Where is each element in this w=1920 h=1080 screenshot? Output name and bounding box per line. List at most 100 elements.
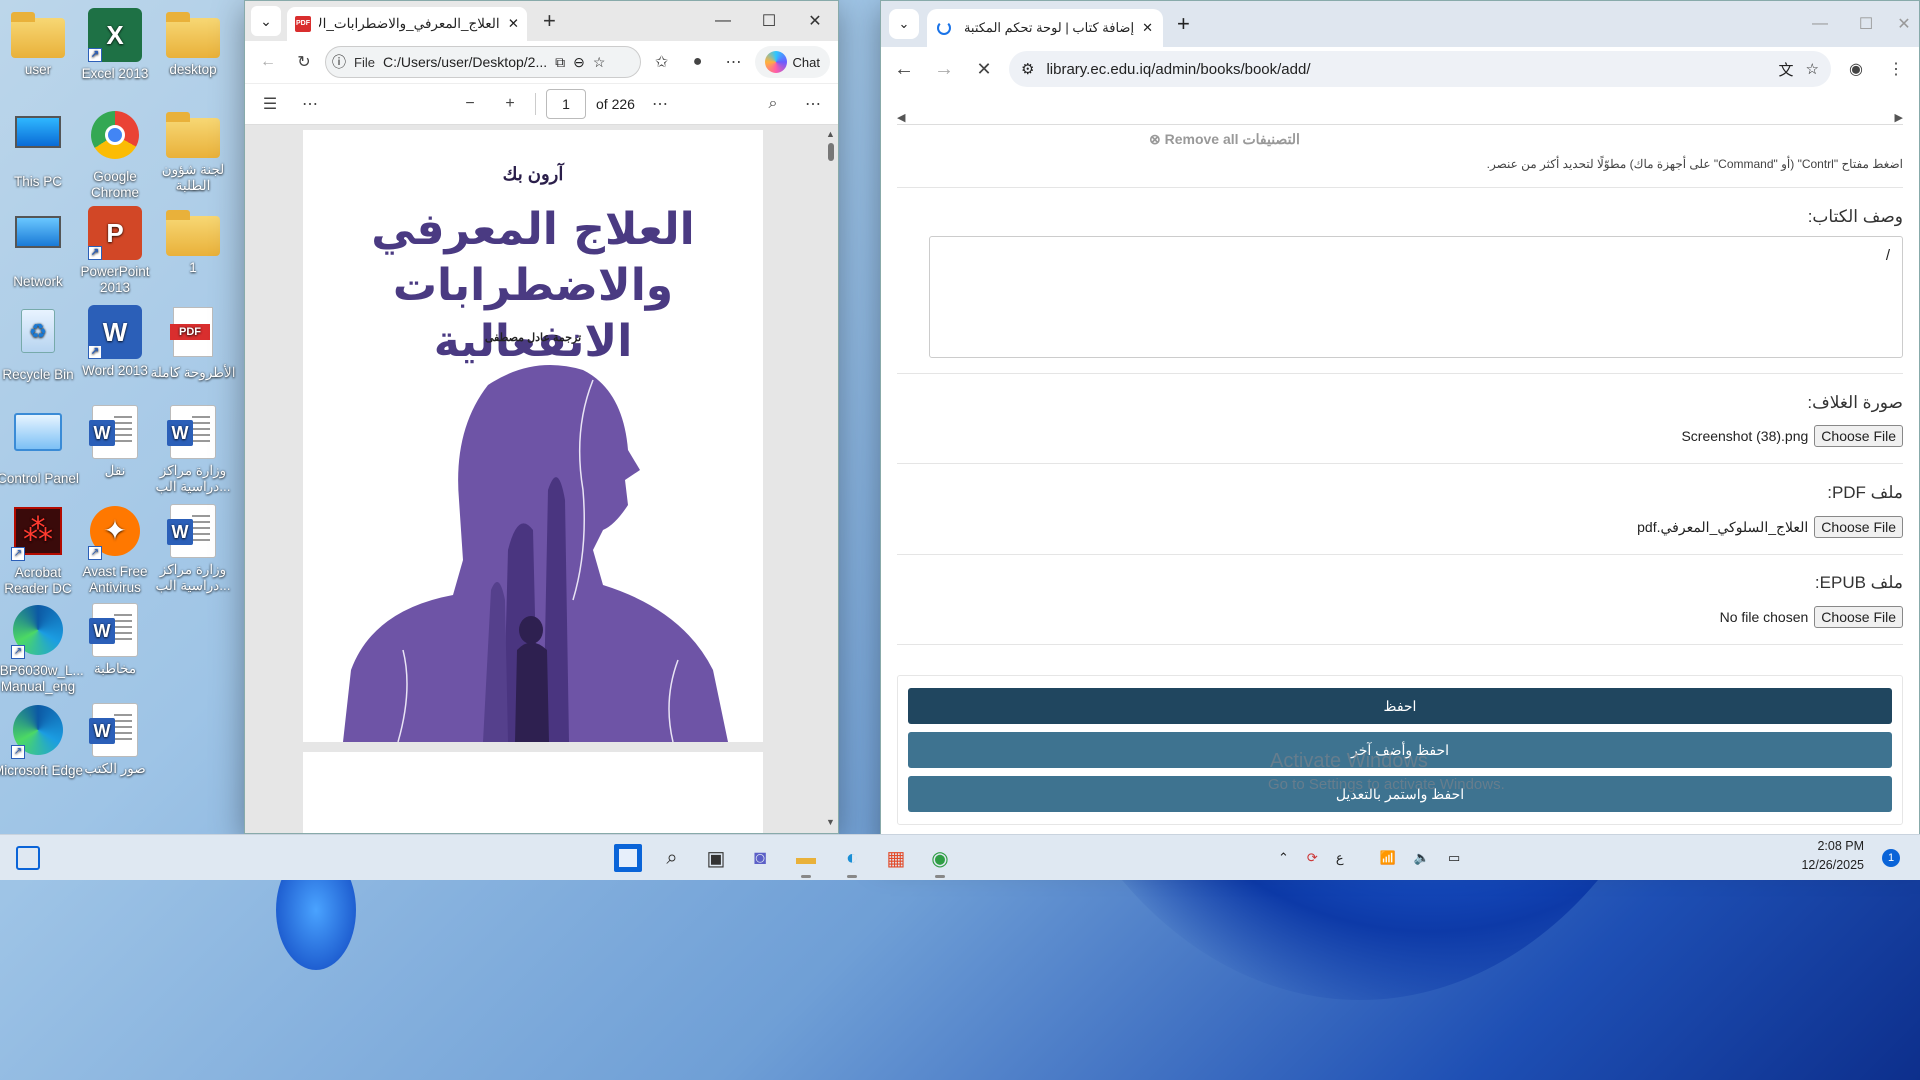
teams-chat-icon[interactable]: ◙ <box>746 844 774 872</box>
pdf-more-left-icon[interactable]: ⋯ <box>295 89 325 119</box>
cover-choose-file-button[interactable]: Choose File <box>1814 425 1903 447</box>
show-hidden-icons-icon[interactable]: ⌃ <box>1278 850 1289 866</box>
desktop-icon[interactable]: W صور الكتب <box>67 703 163 777</box>
profile-icon[interactable]: ● <box>683 47 713 77</box>
stop-loading-icon[interactable]: ✕ <box>969 54 999 84</box>
pdf-more-icon[interactable]: ⋯ <box>645 89 675 119</box>
widgets-icon[interactable] <box>16 846 40 870</box>
address-url: library.ec.edu.iq/admin/books/book/add/ <box>1046 60 1311 78</box>
pdf-canvas[interactable]: آرون بك العلاج المعرفي والاضطرابات الانف… <box>245 125 838 833</box>
back-icon[interactable]: ← <box>253 47 283 77</box>
copilot-chat-button[interactable]: Chat <box>754 46 830 78</box>
word-document-icon: W <box>89 603 138 657</box>
tab-actions-icon[interactable]: ⌄ <box>251 6 281 36</box>
remove-all-link[interactable]: ⊗ Remove all التصنيفات <box>1149 131 1300 148</box>
new-tab-icon[interactable]: + <box>1177 11 1190 37</box>
epub-choose-file-button[interactable]: Choose File <box>1814 606 1903 628</box>
scroll-left-icon[interactable]: ◀ <box>897 111 905 124</box>
chrome-address-bar[interactable]: ⚙ library.ec.edu.iq/admin/books/book/add… <box>1009 51 1831 87</box>
volume-icon[interactable]: 🔈 <box>1414 850 1430 866</box>
zoom-out-icon[interactable]: ⊖ <box>573 54 585 71</box>
edge-taskbar-icon[interactable]: ◐ <box>838 844 866 878</box>
favorite-star-icon[interactable]: ☆ <box>593 54 606 71</box>
site-settings-icon[interactable]: ⚙ <box>1021 60 1034 78</box>
divider <box>897 373 1903 374</box>
description-textarea[interactable]: / <box>929 236 1903 358</box>
page-number-input[interactable]: 1 <box>546 89 586 119</box>
extensions-icon[interactable]: ⧉ <box>555 54 565 71</box>
page-total: of 226 <box>596 96 635 112</box>
desktop-icon[interactable]: W مخاطبة <box>67 603 163 677</box>
epub-file-input[interactable]: Choose File No file chosen <box>1720 606 1903 628</box>
bookmark-star-icon[interactable]: ☆ <box>1806 60 1819 78</box>
maximize-icon[interactable]: ☐ <box>1843 1 1889 47</box>
maximize-icon[interactable]: ☐ <box>746 1 792 41</box>
more-icon[interactable]: ⋯ <box>719 47 749 77</box>
chat-label: Chat <box>792 54 820 70</box>
save-button[interactable]: احفظ <box>908 688 1892 724</box>
divider <box>897 554 1903 555</box>
chrome-menu-icon[interactable]: ⋮ <box>1881 54 1911 84</box>
notification-badge[interactable]: 1 <box>1882 849 1900 867</box>
loading-spinner-icon <box>937 21 951 35</box>
search-icon[interactable]: ⌕ <box>658 844 686 872</box>
tab-search-icon[interactable]: ⌄ <box>889 9 919 39</box>
zoom-minus-icon[interactable]: − <box>455 89 485 119</box>
clock[interactable]: 2:08 PM 12/26/2025 <box>1801 837 1864 875</box>
desktop-icon[interactable]: desktop <box>145 8 241 78</box>
battery-icon[interactable]: ▭ <box>1448 850 1460 866</box>
edge-tabbar: ⌄ PDF العلاج_المعرفي_والاضطرابات_الانفعا… <box>245 1 838 41</box>
favorites-icon[interactable]: ✩ <box>647 47 677 77</box>
desktop-icon-label: وزارة مراكز دراسية الب... <box>155 562 231 593</box>
close-tab-icon[interactable]: ✕ <box>1142 20 1153 36</box>
cover-illustration <box>343 365 728 742</box>
forward-icon[interactable]: → <box>929 54 959 84</box>
pdf-file-input[interactable]: Choose File العلاج_السلوكي_المعرفي.pdf <box>1637 516 1903 538</box>
start-icon[interactable] <box>614 844 642 872</box>
pdf-options-icon[interactable]: ⋯ <box>798 89 828 119</box>
divider <box>897 644 1903 645</box>
desktop-icon[interactable]: 1 <box>145 206 241 276</box>
minimize-icon[interactable]: — <box>1797 1 1843 47</box>
contents-icon[interactable]: ☰ <box>255 89 285 119</box>
scroll-right-icon[interactable]: ▶ <box>1895 111 1903 124</box>
chrome-tab[interactable]: إضافة كتاب | لوحة تحكم المكتبة ✕ <box>927 9 1163 47</box>
word-icon: W ↗ <box>88 305 142 359</box>
desktop-icon[interactable]: W وزارة مراكز دراسية الب... <box>145 504 241 594</box>
file-explorer-icon[interactable]: ▬ <box>792 844 820 878</box>
zoom-plus-icon[interactable]: + <box>495 89 525 119</box>
pdf-choose-file-button[interactable]: Choose File <box>1814 516 1903 538</box>
minimize-icon[interactable]: — <box>700 1 746 41</box>
chrome-window: ⌄ إضافة كتاب | لوحة تحكم المكتبة ✕ + — ☐… <box>880 0 1920 852</box>
close-window-icon[interactable]: ✕ <box>792 1 838 41</box>
wifi-icon[interactable]: 📶 <box>1380 850 1396 866</box>
input-language[interactable]: ع <box>1336 850 1344 866</box>
scroll-up-icon[interactable]: ▲ <box>826 129 835 139</box>
pdf-scrollbar[interactable]: ▲ ▼ <box>826 129 836 829</box>
desktop-icon-label: الأطروحة كاملة <box>150 365 236 380</box>
pdf-search-icon[interactable]: ⌕ <box>758 89 788 119</box>
edge-tab[interactable]: PDF العلاج_المعرفي_والاضطرابات_الانفعالي… <box>287 7 527 41</box>
cover-file-input[interactable]: Choose File Screenshot (38).png <box>1681 425 1903 447</box>
edge-address-bar[interactable]: ⓘ File C:/Users/user/Desktop/2... ⧉ ⊖ ☆ <box>325 46 641 78</box>
chrome-taskbar-icon[interactable]: ◉ <box>926 844 954 878</box>
close-tab-icon[interactable]: ✕ <box>508 16 519 32</box>
close-window-icon[interactable]: ✕ <box>1889 1 1919 47</box>
refresh-icon[interactable]: ↻ <box>289 47 319 77</box>
back-icon[interactable]: ← <box>889 54 919 84</box>
task-view-icon[interactable]: ▣ <box>702 844 730 872</box>
pdf-scroll-thumb[interactable] <box>828 143 834 161</box>
info-icon[interactable]: ⓘ <box>332 52 346 72</box>
store-icon[interactable]: ▦ <box>882 844 910 872</box>
scroll-down-icon[interactable]: ▼ <box>826 817 835 827</box>
desktop-icon-label: لجنة شؤون الطلبة <box>161 162 225 193</box>
translate-icon[interactable]: 文 <box>1779 59 1794 80</box>
desktop-icon[interactable]: PDF الأطروحة كاملة <box>145 305 241 381</box>
new-tab-icon[interactable]: + <box>543 8 556 34</box>
network-status-icon[interactable]: ⟳ <box>1307 850 1318 866</box>
profile-icon[interactable]: ◉ <box>1841 54 1871 84</box>
horizontal-scrollbar[interactable]: ◀ ▶ <box>897 111 1903 125</box>
desktop-icon[interactable]: لجنة شؤون الطلبة <box>145 108 241 194</box>
desktop-icon[interactable]: W وزارة مراكز دراسية الب... <box>145 405 241 495</box>
edge-toolbar: ← ↻ ⓘ File C:/Users/user/Desktop/2... ⧉ … <box>245 41 838 83</box>
